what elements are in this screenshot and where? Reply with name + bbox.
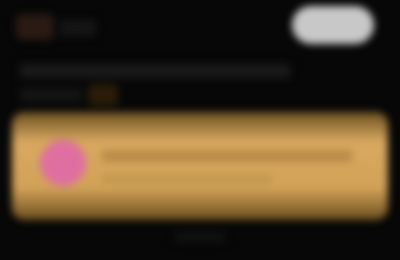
banner-title — [102, 150, 352, 162]
chevron-icon[interactable] — [88, 84, 118, 106]
section-text — [20, 64, 290, 78]
header-title — [60, 20, 96, 36]
section-title — [20, 88, 82, 102]
footer-hint — [175, 232, 225, 242]
app-logo — [16, 14, 54, 40]
app-icon — [40, 140, 86, 186]
screen — [0, 0, 400, 260]
header-action-button[interactable] — [292, 6, 374, 44]
banner-subtitle — [102, 174, 272, 184]
promo-banner[interactable] — [12, 112, 388, 220]
